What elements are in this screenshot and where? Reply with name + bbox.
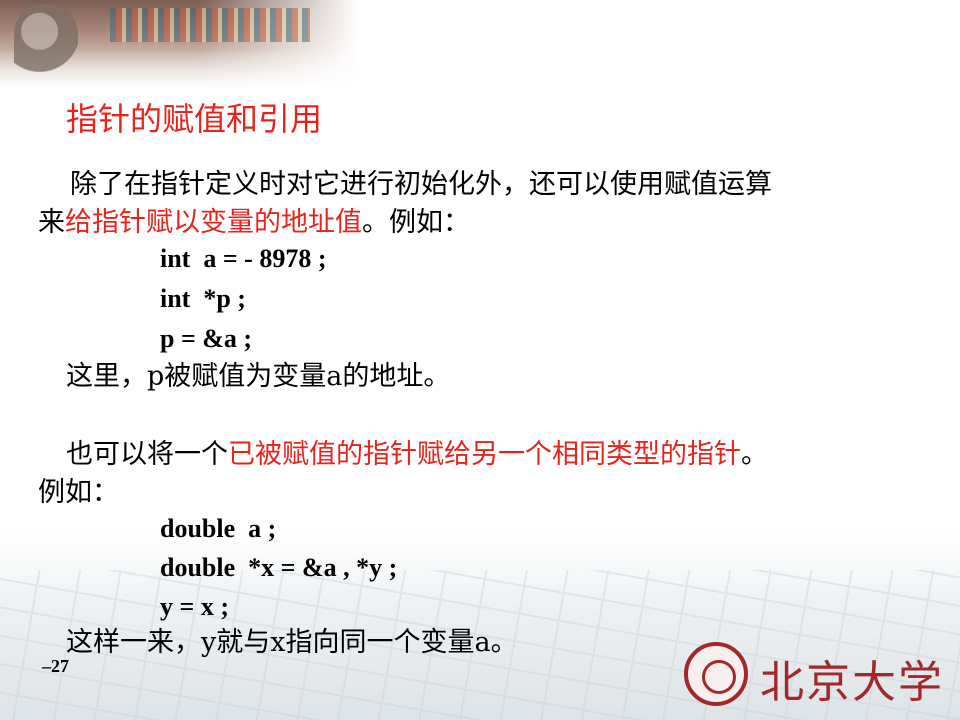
para1-line2-pre: 来: [38, 207, 65, 238]
para2-highlight: 已被赋值的指针赋给另一个相同类型的指针: [228, 439, 741, 470]
code-line: p = &a ;: [160, 324, 253, 353]
code-line: int *p ;: [160, 284, 246, 313]
para1-note: 这里，p被赋值为变量a的地址。: [66, 361, 451, 392]
para1-highlight: 给指针赋以变量的地址值: [65, 207, 362, 238]
slide: 指针的赋值和引用 除了在指针定义时对它进行初始化外，还可以使用赋值运算 来给指针…: [0, 0, 960, 720]
stone-lion-image: [14, 4, 78, 82]
campus-photo: [0, 0, 360, 90]
code-line: double a ;: [160, 514, 277, 543]
university-name: 北京大学: [760, 657, 944, 708]
seal-inner-ring: [702, 660, 736, 694]
para2-line2: 例如：: [38, 477, 119, 508]
peking-university-logo: 北京大学: [684, 640, 942, 710]
university-seal-icon: [684, 642, 748, 706]
para2-line1-pre: 也可以将一个: [66, 439, 228, 470]
para1-line2-post: 。例如：: [362, 207, 470, 238]
page-number: –27: [42, 656, 69, 676]
para1-line2: 来给指针赋以变量的地址值。例如：: [38, 204, 470, 242]
code-line: y = x ;: [160, 592, 229, 621]
code-line: int a = - 8978 ;: [160, 244, 327, 273]
para1-line1: 除了在指针定义时对它进行初始化外，还可以使用赋值运算: [70, 169, 772, 200]
para2-note: 这样一来，y就与x指向同一个变量a。: [66, 627, 518, 658]
roof-image: [110, 8, 310, 42]
para2-line1-post: 。: [741, 439, 768, 470]
code-line: double *x = &a , *y ;: [160, 553, 398, 582]
slide-title: 指针的赋值和引用: [66, 100, 323, 138]
para2-line1: 也可以将一个已被赋值的指针赋给另一个相同类型的指针。: [66, 436, 768, 474]
